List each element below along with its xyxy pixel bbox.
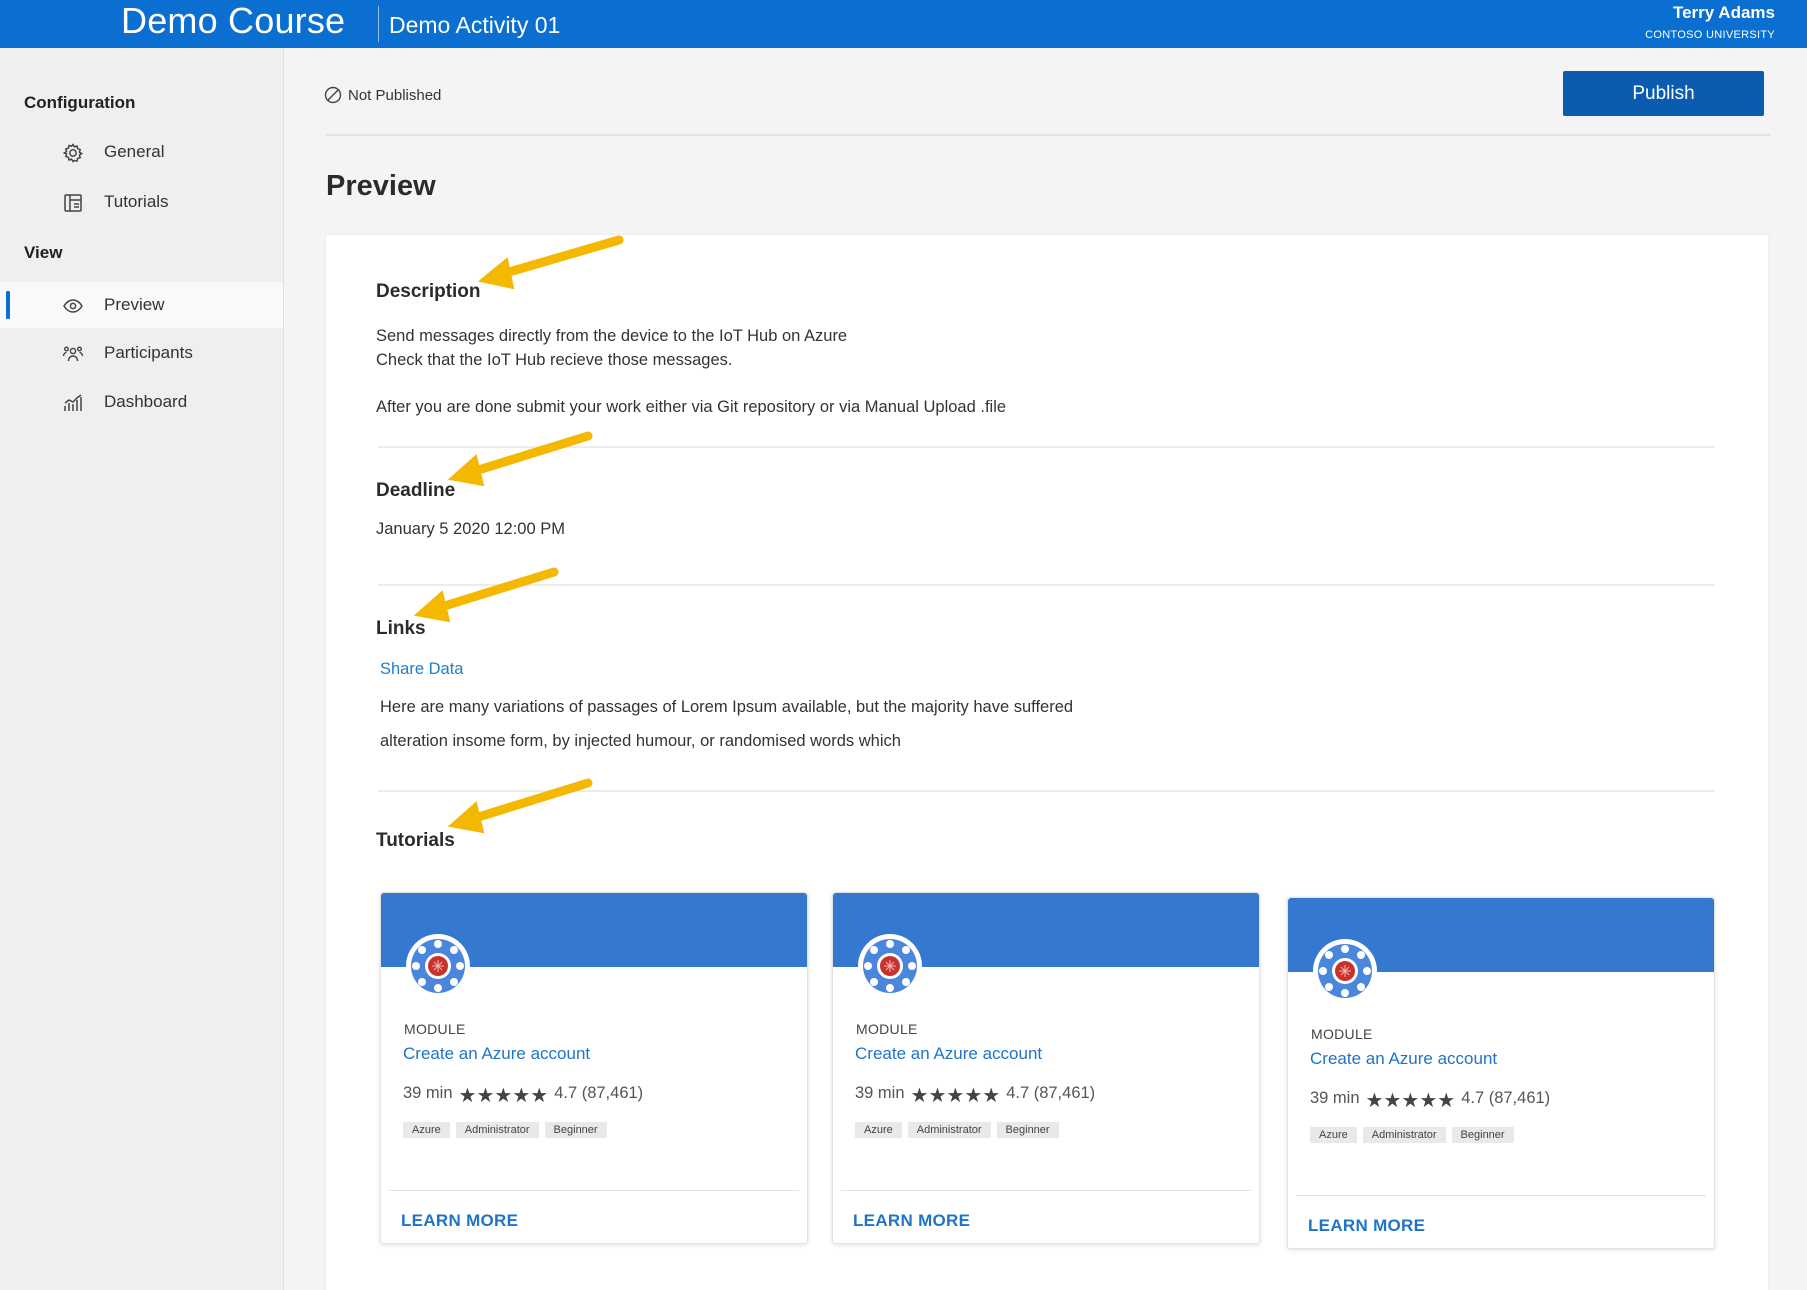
card-rating: 4.7 (87,461) xyxy=(1006,1084,1096,1102)
section-divider xyxy=(378,790,1715,792)
card-tags: Azure Administrator Beginner xyxy=(1310,1127,1514,1143)
participants-icon xyxy=(62,343,84,365)
card-duration: 39 min xyxy=(855,1084,905,1102)
header-divider xyxy=(378,6,379,42)
publish-status: Not Published xyxy=(324,86,441,104)
tag[interactable]: Administrator xyxy=(907,1122,991,1138)
activity-title[interactable]: Demo Activity 01 xyxy=(389,11,560,39)
description-line-1: Send messages directly from the device t… xyxy=(376,327,848,345)
eye-icon xyxy=(62,295,84,317)
page-title: Preview xyxy=(326,170,436,202)
course-title[interactable]: Demo Course xyxy=(121,1,345,41)
tag[interactable]: Administrator xyxy=(1362,1127,1446,1143)
tag[interactable]: Azure xyxy=(403,1122,450,1138)
card-kind: MODULE xyxy=(404,1021,466,1037)
description-heading: Description xyxy=(376,281,481,302)
sidebar-item-label: Participants xyxy=(104,343,193,362)
user-organization: CONTOSO UNIVERSITY xyxy=(1645,29,1775,41)
module-badge-icon xyxy=(858,934,922,998)
share-data-link[interactable]: Share Data xyxy=(380,660,463,679)
tag[interactable]: Administrator xyxy=(455,1122,539,1138)
card-tags: Azure Administrator Beginner xyxy=(403,1122,607,1138)
card-divider xyxy=(841,1190,1251,1191)
card-divider xyxy=(1296,1195,1706,1196)
tag[interactable]: Beginner xyxy=(996,1122,1059,1138)
card-kind: MODULE xyxy=(1311,1026,1373,1042)
tutorials-icon xyxy=(62,192,84,214)
links-text-line-2: alteration insome form, by injected humo… xyxy=(380,732,901,750)
learn-more-link[interactable]: LEARN MORE xyxy=(853,1211,970,1231)
sidebar-item-preview[interactable]: Preview xyxy=(0,282,283,328)
learn-more-link[interactable]: LEARN MORE xyxy=(401,1211,518,1231)
description-line-2: Check that the IoT Hub recieve those mes… xyxy=(376,351,733,369)
sidebar: Configuration General Tutorials View Pre… xyxy=(0,48,284,1290)
module-badge-icon xyxy=(1313,939,1377,1003)
card-meta: 39 min ★★★★★ 4.7 (87,461) xyxy=(855,1079,1096,1107)
sidebar-item-tutorials[interactable]: Tutorials xyxy=(0,179,283,225)
tutorials-heading: Tutorials xyxy=(376,830,455,851)
tag[interactable]: Beginner xyxy=(1451,1127,1514,1143)
card-tags: Azure Administrator Beginner xyxy=(855,1122,1059,1138)
card-title-link[interactable]: Create an Azure account xyxy=(403,1044,590,1064)
card-meta: 39 min ★★★★★ 4.7 (87,461) xyxy=(403,1079,644,1107)
card-meta: 39 min ★★★★★ 4.7 (87,461) xyxy=(1310,1084,1551,1112)
star-rating-icon: ★★★★★ xyxy=(910,1085,1001,1107)
tag[interactable]: Azure xyxy=(855,1122,902,1138)
sidebar-item-label: General xyxy=(104,142,165,161)
card-kind: MODULE xyxy=(856,1021,918,1037)
deadline-heading: Deadline xyxy=(376,480,456,501)
tag[interactable]: Beginner xyxy=(544,1122,607,1138)
user-menu[interactable]: Terry Adams CONTOSO UNIVERSITY xyxy=(1645,2,1775,42)
tag[interactable]: Azure xyxy=(1310,1127,1357,1143)
sidebar-section-view: View xyxy=(24,243,63,262)
links-text-line-1: Here are many variations of passages of … xyxy=(380,698,1074,716)
card-rating: 4.7 (87,461) xyxy=(1461,1089,1551,1107)
card-divider xyxy=(389,1190,799,1191)
tutorial-card[interactable]: MODULE Create an Azure account 39 min ★★… xyxy=(380,892,808,1244)
card-rating: 4.7 (87,461) xyxy=(554,1084,644,1102)
sidebar-item-label: Tutorials xyxy=(104,192,169,211)
tutorial-card[interactable]: MODULE Create an Azure account 39 min ★★… xyxy=(832,892,1260,1244)
section-divider xyxy=(378,446,1715,448)
star-rating-icon: ★★★★★ xyxy=(458,1085,549,1107)
publish-button[interactable]: Publish xyxy=(1563,71,1764,116)
description-line-3: After you are done submit your work eith… xyxy=(376,398,1007,416)
links-heading: Links xyxy=(376,618,426,639)
not-published-icon xyxy=(324,86,342,104)
tutorial-card[interactable]: MODULE Create an Azure account 39 min ★★… xyxy=(1287,897,1715,1249)
user-name: Terry Adams xyxy=(1672,3,1775,22)
card-title-link[interactable]: Create an Azure account xyxy=(1310,1049,1497,1069)
sidebar-section-configuration: Configuration xyxy=(24,93,136,112)
deadline-value: January 5 2020 12:00 PM xyxy=(376,520,565,538)
section-divider xyxy=(378,584,1715,586)
status-label: Not Published xyxy=(348,86,442,104)
star-rating-icon: ★★★★★ xyxy=(1365,1090,1456,1112)
card-duration: 39 min xyxy=(403,1084,453,1102)
gear-icon xyxy=(62,142,84,164)
sidebar-item-label: Dashboard xyxy=(104,392,188,411)
module-badge-icon xyxy=(406,934,470,998)
card-title-link[interactable]: Create an Azure account xyxy=(855,1044,1042,1064)
sidebar-item-label: Preview xyxy=(104,295,165,314)
sidebar-item-general[interactable]: General xyxy=(0,129,283,175)
toolbar-divider xyxy=(326,134,1771,136)
dashboard-icon xyxy=(62,392,84,414)
card-duration: 39 min xyxy=(1310,1089,1360,1107)
sidebar-item-dashboard[interactable]: Dashboard xyxy=(0,379,283,425)
learn-more-link[interactable]: LEARN MORE xyxy=(1308,1216,1425,1236)
sidebar-item-participants[interactable]: Participants xyxy=(0,330,283,376)
top-bar: Demo Course Demo Activity 01 Terry Adams… xyxy=(0,0,1807,48)
